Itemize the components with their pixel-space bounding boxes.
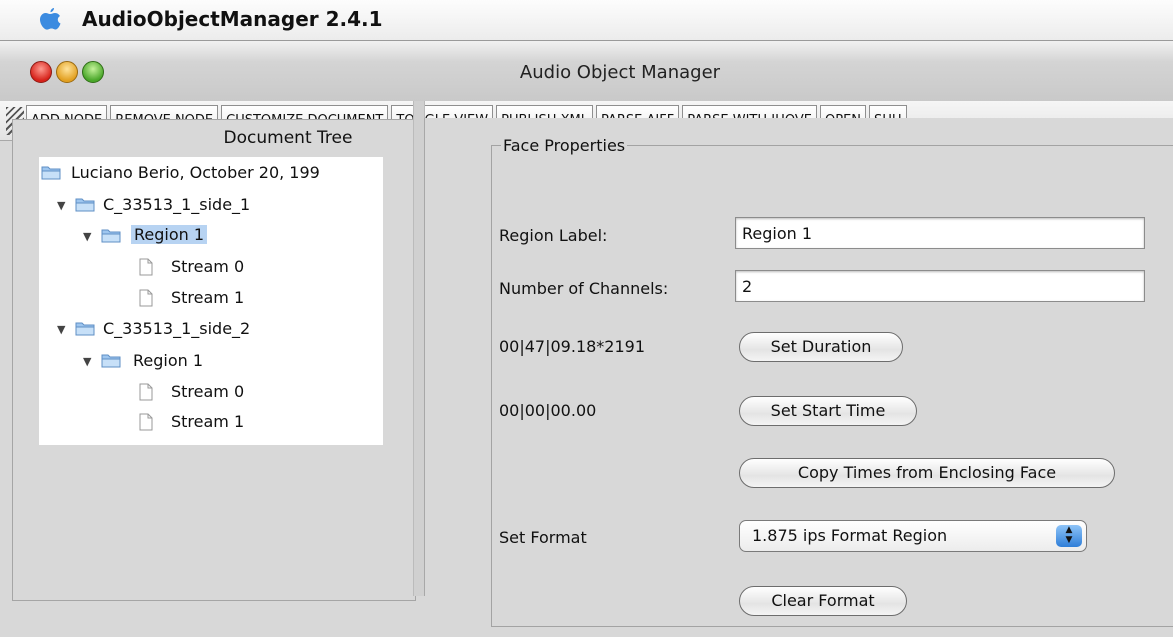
expand-triangle-icon[interactable]: ▼ [57,323,65,336]
document-icon [139,383,153,401]
tree-node-side-2-stream-0[interactable]: Stream 0 [171,382,244,401]
clear-format-button[interactable]: Clear Format [739,586,907,616]
document-icon [139,289,153,307]
duration-value: 00|47|09.18*2191 [499,337,646,356]
folder-icon [41,166,61,180]
menu-bar: AudioObjectManager 2.4.1 [0,0,1173,40]
format-select-value: 1.875 ips Format Region [752,526,948,545]
face-properties-legend: Face Properties [501,136,628,155]
apple-icon[interactable] [38,7,62,33]
tree-node-side-1-stream-0[interactable]: Stream 0 [171,257,244,276]
app-name[interactable]: AudioObjectManager 2.4.1 [82,7,383,31]
set-format-label: Set Format [499,528,587,547]
tree-node-side-1-region-1[interactable]: Region 1 [131,225,208,244]
copy-times-button[interactable]: Copy Times from Enclosing Face [739,458,1115,488]
channels-label: Number of Channels: [499,279,669,298]
tree-node-side-2-stream-1[interactable]: Stream 1 [171,412,244,431]
tree-node-side-1-stream-1[interactable]: Stream 1 [171,288,244,307]
expand-triangle-icon[interactable]: ▼ [83,355,91,368]
document-icon [139,413,153,431]
tree-node-side-2-region-1[interactable]: Region 1 [133,351,203,370]
region-label-field[interactable]: Region 1 [735,217,1145,249]
updown-arrows-icon: ▲ ▼ [1056,525,1082,547]
tree-node-side-2[interactable]: C_33513_1_side_2 [103,319,250,338]
properties-pane: Face Properties Region Label: Region 1 N… [424,118,1173,627]
tree-node-side-1[interactable]: C_33513_1_side_1 [103,195,250,214]
folder-icon [101,229,121,243]
folder-icon [101,354,121,368]
title-bar[interactable]: Audio Object Manager [0,41,1173,102]
start-time-value: 00|00|00.00 [499,401,597,420]
expand-triangle-icon[interactable]: ▼ [83,230,91,243]
format-select[interactable]: 1.875 ips Format Region ▲ ▼ [739,520,1087,552]
set-start-time-button[interactable]: Set Start Time [739,396,917,426]
window-title: Audio Object Manager [519,62,721,83]
tree-node-root[interactable]: Luciano Berio, October 20, 199 [71,163,320,182]
expand-triangle-icon[interactable]: ▼ [57,199,65,212]
folder-icon [75,322,95,336]
document-tree-pane: Document Tree Luciano Berio, October 20,… [12,119,416,601]
region-label-label: Region Label: [499,226,608,245]
channels-field[interactable]: 2 [735,270,1145,302]
folder-icon [75,198,95,212]
document-tree[interactable]: Luciano Berio, October 20, 199 ▼ C_33513… [39,157,383,445]
set-duration-button[interactable]: Set Duration [739,332,903,362]
document-icon [139,258,153,276]
